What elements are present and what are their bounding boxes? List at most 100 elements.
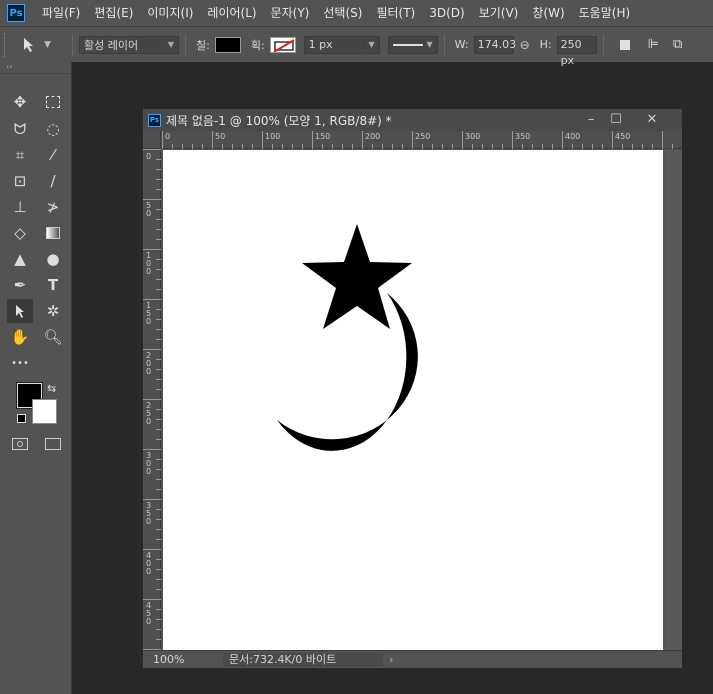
type-tool-icon[interactable]: T [40,273,66,297]
gradient-tool-icon[interactable] [40,221,66,245]
healing-brush-tool-icon[interactable]: ⊡ [7,169,33,193]
crop-tool-icon[interactable]: ⌗ [7,143,33,167]
menu-select[interactable]: 선택(S) [316,0,369,26]
menu-3d[interactable]: 3D(D) [422,0,471,26]
ruler-label: 150 [315,132,331,141]
arrow-pointer-icon [24,37,33,52]
tool-preset-picker[interactable]: ▼ [22,37,66,53]
path-operations-icon[interactable] [619,39,630,50]
ruler-label: 450 [146,601,152,626]
blur-tool-icon[interactable]: ▲ [7,247,33,271]
clone-stamp-tool-icon[interactable]: ⊥ [7,195,33,219]
eyedropper-tool-icon[interactable]: ⁄ [40,143,66,167]
stroke-swatch[interactable] [269,36,296,53]
menu-file[interactable]: 파일(F) [35,0,87,26]
separator [602,33,604,56]
default-colors-icon[interactable] [17,414,26,423]
menu-filter[interactable]: 필터(T) [369,0,422,26]
pen-tool-icon[interactable]: ✒ [7,273,33,297]
ruler-label: 250 [415,132,431,141]
ruler-label: 300 [465,132,481,141]
horizontal-ruler[interactable]: 0 50 100 150 200 250 300 350 400 450 [161,131,682,149]
brush-tool-icon[interactable]: ∕ [40,169,66,193]
swap-colors-icon[interactable]: ⇆ [47,382,56,395]
path-selection-tool-icon[interactable] [7,299,33,323]
stroke-line-preview [392,43,423,46]
height-field[interactable]: 250 px [556,35,597,67]
ruler-origin[interactable] [143,131,161,149]
document-title: 제목 없음-1 @ 100% (모양 1, RGB/8#) * [166,113,392,128]
ruler-label: 0 [146,152,152,161]
separator [72,33,73,56]
stroke-label: 획: [250,38,265,52]
dodge-tool-icon[interactable]: ● [40,247,66,271]
close-button[interactable]: ✕ [635,109,669,129]
ruler-label: 200 [365,132,381,141]
menu-image[interactable]: 이미지(I) [140,0,200,26]
quick-selection-tool-icon[interactable]: ◌ [40,117,66,141]
vertical-ruler[interactable]: 0 50 100 150 200 250 300 350 400 450 [143,149,161,650]
tools-panel-collapse[interactable]: ‹‹ [0,62,71,74]
chevron-right-icon[interactable]: › [389,653,393,666]
width-field[interactable]: 174.03 [473,35,516,54]
ruler-label: 450 [615,132,631,141]
separator [185,33,186,56]
fill-swatch[interactable] [214,36,241,53]
background-color-swatch[interactable] [32,399,57,424]
zoom-level[interactable]: 100% [143,653,189,666]
ruler-label: 400 [146,551,152,576]
ruler-label: 350 [146,501,152,526]
ruler-label: 100 [146,251,152,276]
ruler-label: 0 [165,132,171,141]
menu-help[interactable]: 도움말(H) [572,0,638,26]
document-window: Ps 제목 없음-1 @ 100% (모양 1, RGB/8#) * – ☐ ✕… [142,108,683,669]
canvas-area[interactable] [162,150,682,650]
marquee-tool-icon[interactable] [40,90,66,114]
moon-star-shape[interactable] [163,150,663,650]
path-alignment-icon[interactable]: ⊫ [648,37,659,52]
move-tool-icon[interactable]: ✥ [7,90,33,114]
menu-bar: Ps 파일(F) 편집(E) 이미지(I) 레이어(L) 문자(Y) 선택(S)… [0,0,713,26]
menu-layer[interactable]: 레이어(L) [200,0,263,26]
ruler-label: 400 [565,132,581,141]
ruler-label: 350 [515,132,531,141]
select-mode-value: 활성 레이어 [84,38,139,52]
options-bar: ▼ 활성 레이어 ▼ 칠: 획: 1 px ▼ ▼ W: 174.03 ⊖ H:… [0,26,713,67]
canvas[interactable] [163,150,663,650]
photoshop-logo: Ps [7,4,25,22]
zoom-tool-icon[interactable]: 🔍︎ [40,325,66,349]
select-mode-dropdown[interactable]: 활성 레이어 ▼ [79,35,179,54]
vertical-scrollbar[interactable] [665,150,682,650]
quick-mask-icon[interactable] [12,438,28,450]
eraser-tool-icon[interactable]: ◇ [7,221,33,245]
document-info[interactable]: 문서:732.4K/0 바이트 [223,652,383,667]
menu-type[interactable]: 문자(Y) [264,0,317,26]
lasso-tool-icon[interactable]: ᗢ [7,117,33,141]
path-arrangement-icon[interactable]: ⧉ [673,37,682,52]
hand-tool-icon[interactable]: ✋ [7,325,33,349]
ruler-label: 100 [265,132,281,141]
more-tools-icon[interactable]: ••• [7,351,33,375]
maximize-button[interactable]: ☐ [599,109,633,129]
screen-mode-icon[interactable] [45,438,61,450]
document-title-bar[interactable]: Ps 제목 없음-1 @ 100% (모양 1, RGB/8#) * – ☐ ✕ [143,109,682,131]
photoshop-doc-icon: Ps [148,113,161,127]
menu-view[interactable]: 보기(V) [472,0,526,26]
ruler-label: 250 [146,401,152,426]
separator [443,33,445,56]
history-brush-tool-icon[interactable]: ≯ [40,195,66,219]
stroke-type-dropdown[interactable]: ▼ [387,35,438,54]
custom-shape-tool-icon[interactable]: ✲ [40,299,66,323]
status-bar: 100% 문서:732.4K/0 바이트 › [143,650,682,668]
tools-panel: ‹‹ ✥ ᗢ ◌ ⌗ ⁄ ⊡ ∕ ⊥ ≯ ◇ ▲ ● ✒ T ✲ ✋ 🔍︎ ••… [0,62,72,694]
stroke-width-field[interactable]: 1 px ▼ [303,35,380,54]
link-icon[interactable]: ⊖ [520,38,530,52]
height-label: H: [539,38,552,51]
ruler-label: 200 [146,351,152,376]
menu-edit[interactable]: 편집(E) [87,0,140,26]
options-grip[interactable] [4,32,10,57]
stroke-width-value: 1 px [308,38,333,51]
ruler-label: 300 [146,451,152,476]
menu-window[interactable]: 창(W) [525,0,571,26]
fill-label: 칠: [196,38,210,52]
